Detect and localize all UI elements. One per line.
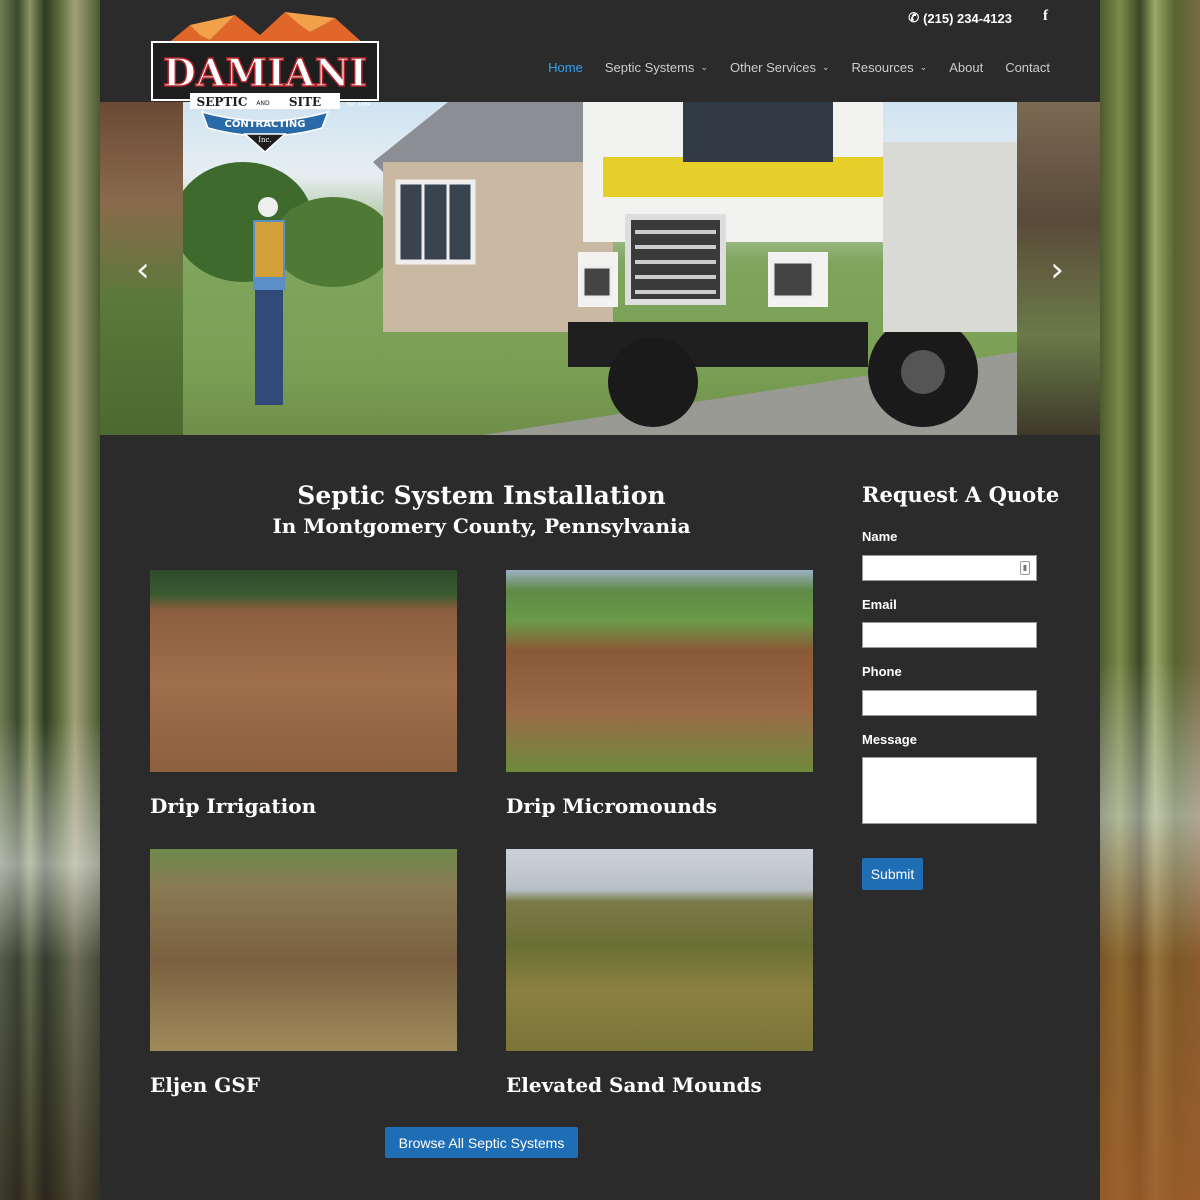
nav-contact[interactable]: Contact <box>1005 60 1050 75</box>
service-card-drip-irrigation[interactable]: Drip Irrigation <box>150 570 457 818</box>
nav-resources-label: Resources <box>851 60 914 75</box>
name-label: Name <box>862 529 898 544</box>
nav-septic-systems-label: Septic Systems <box>604 60 695 75</box>
autofill-contact-icon[interactable]: ▮ <box>1020 561 1030 575</box>
logo-graphic: DAMIANI SEPTIC AND SITE Est. 1984 CONTRA… <box>151 12 379 154</box>
browse-septic-systems-button[interactable]: Browse All Septic Systems <box>385 1127 578 1158</box>
drip-irrigation-image[interactable] <box>150 570 457 772</box>
quote-form-title: Request A Quote <box>862 482 1060 507</box>
logo-est: Est. 1984 <box>347 102 371 108</box>
email-field[interactable] <box>862 622 1037 648</box>
facebook-icon[interactable]: f <box>1043 8 1048 25</box>
phone-number[interactable]: ✆ (215) 234-4123 <box>908 10 1012 26</box>
chevron-down-icon: ⌄ <box>700 62 708 72</box>
main-nav: Home Septic Systems ⌄ Other Services ⌄ Res… <box>548 60 1050 75</box>
submit-button[interactable]: Submit <box>862 858 923 890</box>
nav-about-label: About <box>949 60 984 75</box>
service-card-eljen-gsf[interactable]: Eljen GSF <box>150 849 457 1097</box>
card-title[interactable]: Elevated Sand Mounds <box>506 1073 813 1097</box>
elevated-sand-mounds-image[interactable] <box>506 849 813 1051</box>
logo-contracting: CONTRACTING <box>225 119 306 130</box>
logo-inc: Inc. <box>258 136 271 144</box>
section-heading: Septic System Installation In Montgomery… <box>150 480 813 540</box>
logo-site: SITE <box>289 95 321 109</box>
forest-background-left <box>0 0 100 1200</box>
phone-label: Phone <box>862 664 902 679</box>
nav-home-label: Home <box>548 60 583 75</box>
chevron-down-icon: ⌄ <box>821 62 830 72</box>
forest-background-right <box>1100 0 1200 1200</box>
chevron-down-icon: ⌄ <box>919 62 928 72</box>
nav-other-services-label: Other Services <box>729 60 816 75</box>
company-logo[interactable]: DAMIANI SEPTIC AND SITE Est. 1984 CONTRA… <box>150 10 380 154</box>
logo-name: DAMIANI <box>163 50 367 95</box>
nav-other-services[interactable]: Other Services ⌄ <box>730 60 830 75</box>
nav-about[interactable]: About <box>949 60 983 75</box>
eljen-gsf-image[interactable] <box>150 849 457 1051</box>
nav-contact-label: Contact <box>1005 60 1050 75</box>
card-title[interactable]: Drip Irrigation <box>150 794 457 818</box>
slider-next-arrow-icon[interactable]: › <box>1050 250 1064 290</box>
message-label: Message <box>862 732 917 747</box>
nav-resources[interactable]: Resources ⌄ <box>852 60 928 75</box>
service-card-drip-micromounds[interactable]: Drip Micromounds <box>506 570 813 818</box>
email-label: Email <box>862 597 897 612</box>
page-title: Septic System Installation <box>297 481 666 510</box>
page-container: ✆ (215) 234-4123 f Home Septic Systems ⌄ … <box>100 0 1100 1200</box>
logo-and: AND <box>256 100 270 107</box>
card-title[interactable]: Drip Micromounds <box>506 794 813 818</box>
phone-text: (215) 234-4123 <box>923 10 1012 26</box>
slider-prev-arrow-icon[interactable]: ‹ <box>136 250 150 290</box>
drip-micromounds-image[interactable] <box>506 570 813 772</box>
card-title[interactable]: Eljen GSF <box>150 1073 457 1097</box>
phone-icon: ✆ <box>908 10 920 25</box>
message-field[interactable] <box>862 757 1037 824</box>
phone-field[interactable] <box>862 690 1037 716</box>
page-subtitle: In Montgomery County, Pennsylvania <box>272 514 691 538</box>
name-field[interactable]: ▮ <box>862 555 1037 581</box>
service-card-elevated-sand-mounds[interactable]: Elevated Sand Mounds <box>506 849 813 1097</box>
nav-home[interactable]: Home <box>548 60 583 75</box>
nav-septic-systems[interactable]: Septic Systems ⌄ <box>605 60 708 75</box>
logo-septic: SEPTIC <box>197 95 248 109</box>
